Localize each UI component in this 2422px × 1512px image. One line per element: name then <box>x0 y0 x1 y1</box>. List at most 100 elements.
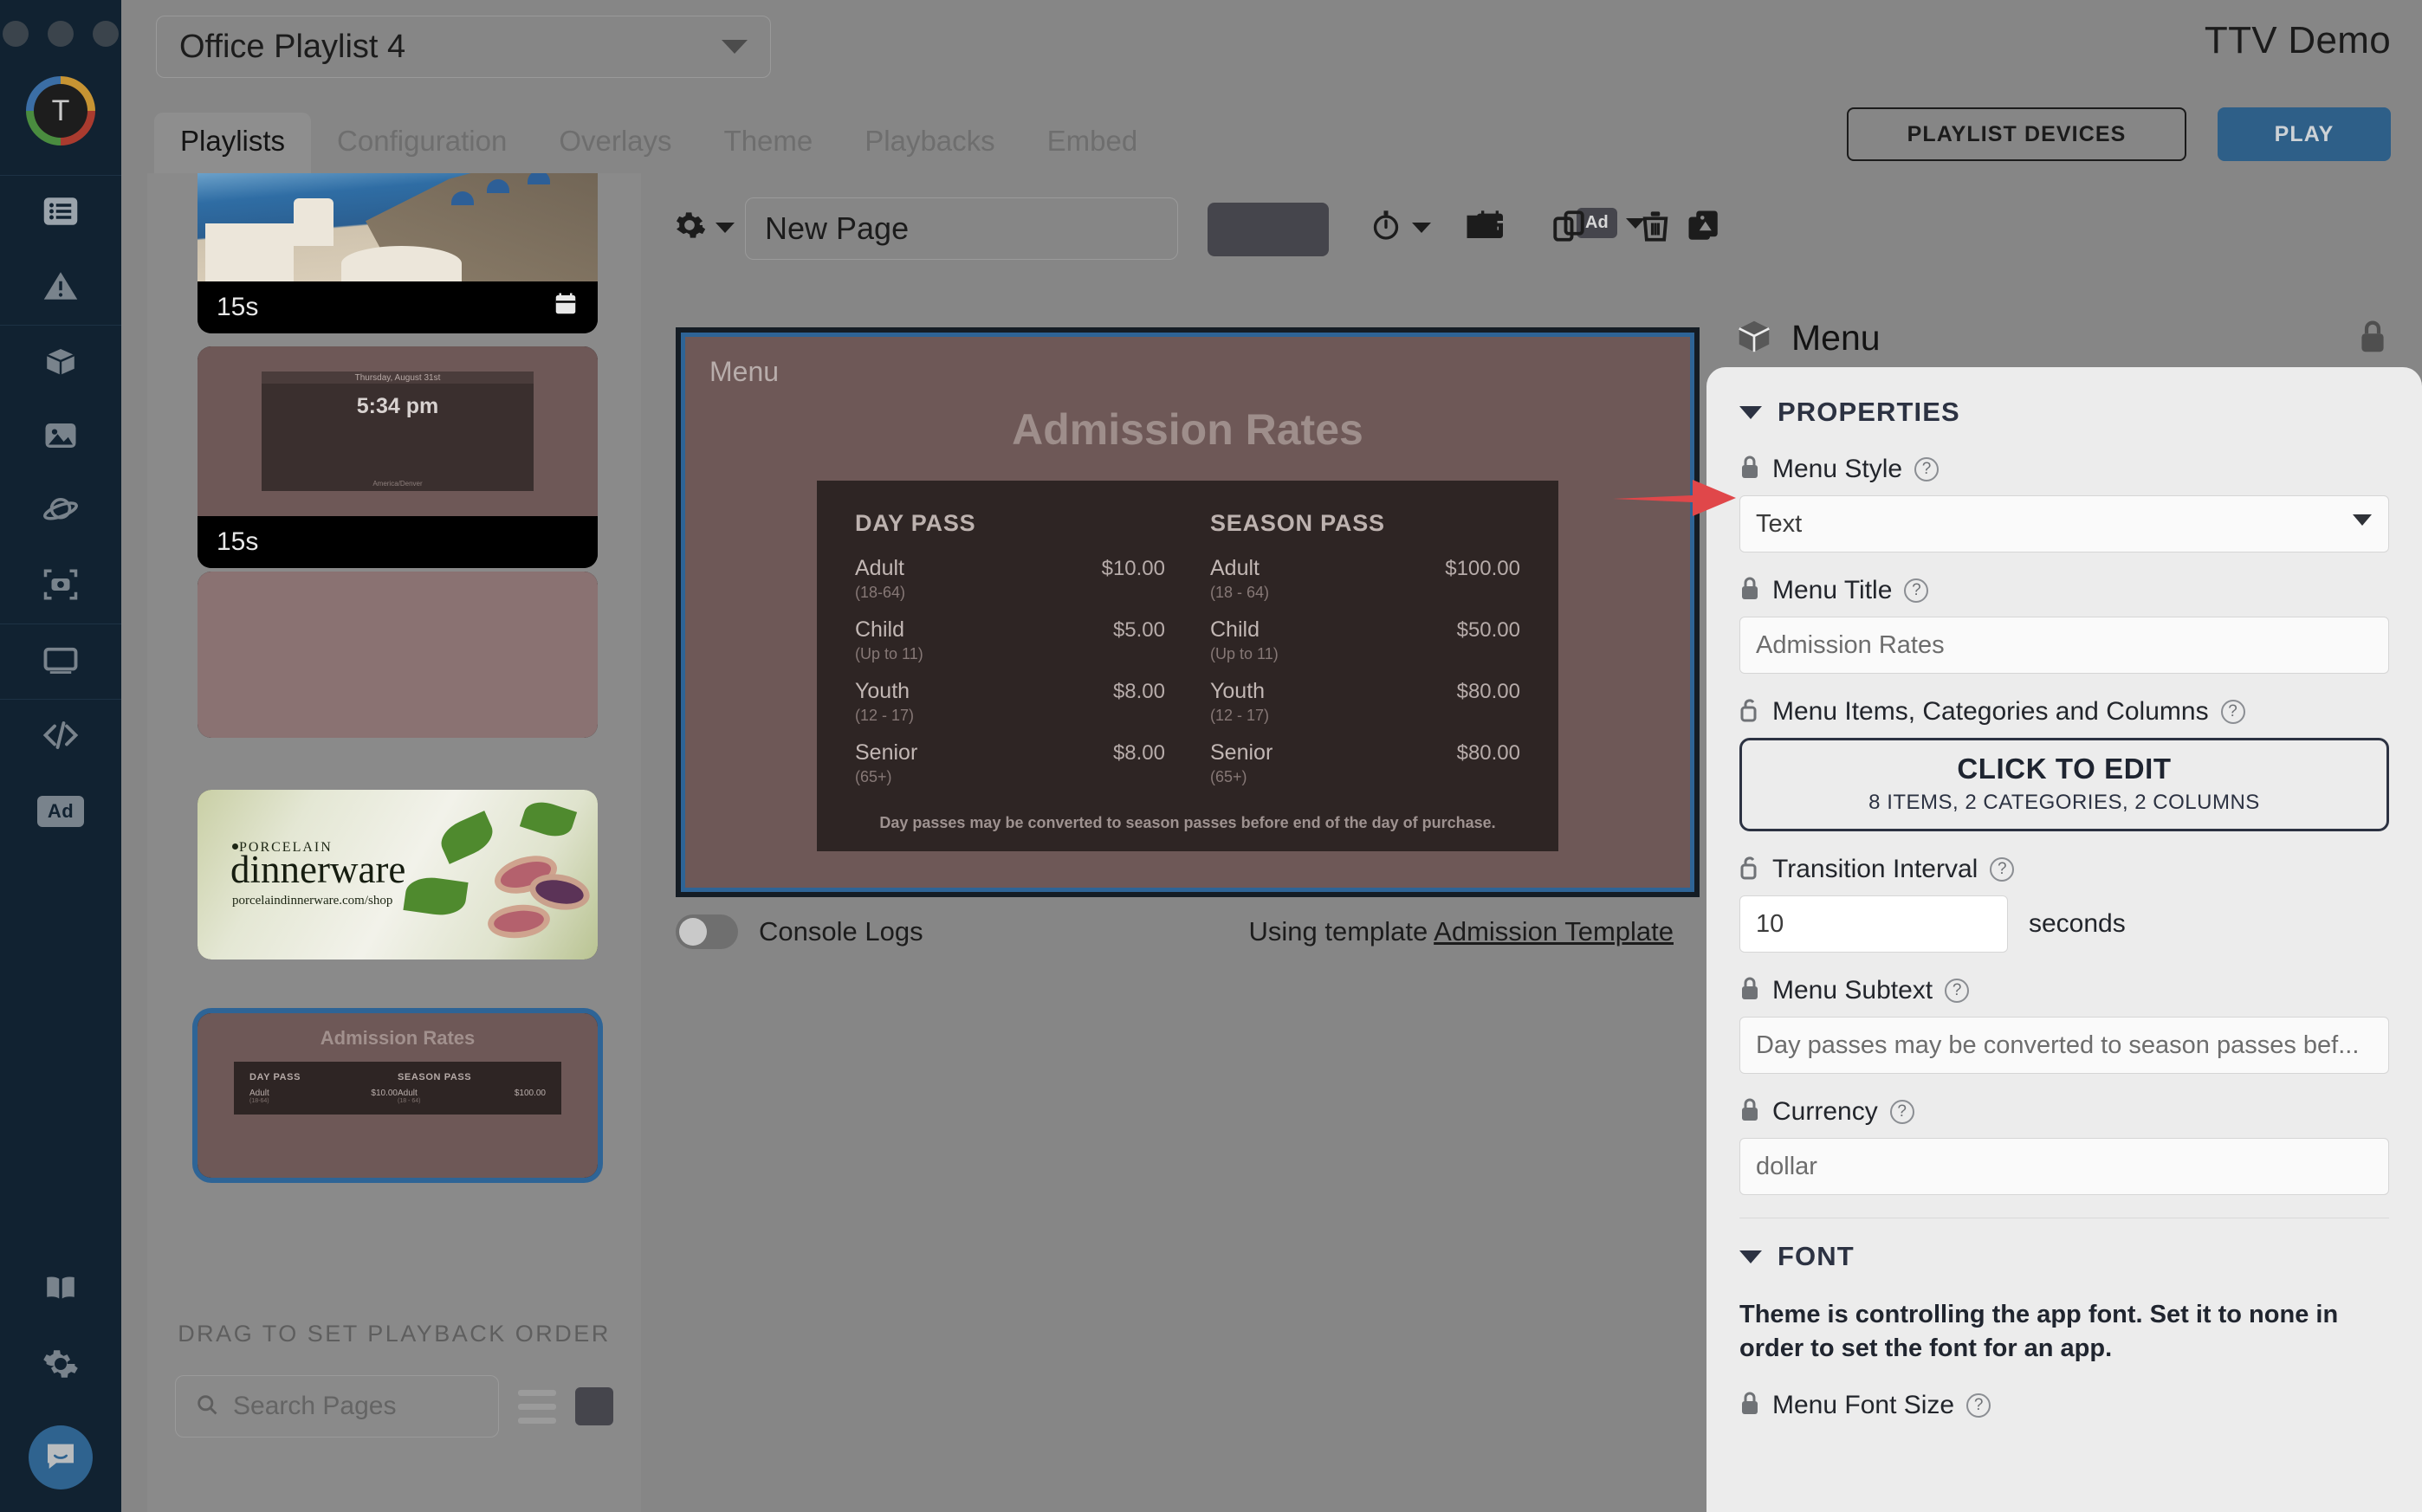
rail-bottom <box>0 1254 121 1512</box>
window-close-dot[interactable] <box>3 21 29 47</box>
thumb-santorini-media: THEMSELVES. Julia Morgan <box>198 173 598 281</box>
tab-configuration[interactable]: Configuration <box>311 113 533 175</box>
sidebar-item-universe[interactable] <box>0 475 121 549</box>
lock-icon[interactable] <box>1739 1390 1760 1420</box>
tab-embed[interactable]: Embed <box>1021 113 1164 175</box>
window-controls[interactable] <box>3 21 119 47</box>
lock-icon[interactable] <box>1739 575 1760 605</box>
window-minimize-dot[interactable] <box>48 21 74 47</box>
chat-icon <box>43 1438 78 1477</box>
lock-icon[interactable] <box>1739 454 1760 484</box>
field-currency: Currency ? <box>1739 1096 2389 1195</box>
tab-playbacks[interactable]: Playbacks <box>839 113 1020 175</box>
console-logs-toggle[interactable] <box>676 914 738 949</box>
page-thumbnail-list[interactable]: THEMSELVES. Julia Morgan 15s Thursday, A… <box>147 173 641 1308</box>
thumb-item-price: $10.00 <box>371 1089 398 1098</box>
help-icon[interactable]: ? <box>1889 1099 1914 1124</box>
help-icon[interactable]: ? <box>1990 856 2015 882</box>
page-color-swatch[interactable] <box>1208 203 1329 256</box>
tab-theme[interactable]: Theme <box>698 113 839 175</box>
section-font-label: FONT <box>1778 1241 1855 1271</box>
menu-subtext-input[interactable] <box>1739 1017 2389 1074</box>
page-canvas[interactable]: Menu Admission Rates DAY PASS Adult $10.0… <box>676 327 1700 897</box>
help-icon[interactable]: ? <box>1914 456 1940 481</box>
page-name-input[interactable] <box>745 197 1178 260</box>
sidebar-item-ads[interactable]: Ad <box>0 774 121 849</box>
thumb-footer: 15s <box>198 281 598 333</box>
list-item[interactable]: Admission Rates DAY PASS Adult $10.00 (1… <box>198 1013 598 1178</box>
sidebar-item-alerts[interactable] <box>0 250 121 325</box>
clock-time: 5:34 pm <box>356 394 439 419</box>
folder-icon[interactable] <box>1464 208 1500 249</box>
sidebar-item-docs[interactable] <box>0 1254 121 1328</box>
section-font[interactable]: FONT <box>1739 1241 2389 1272</box>
playlist-devices-button[interactable]: PLAYLIST DEVICES <box>1847 107 2186 161</box>
playlist-selector[interactable]: Office Playlist 4 <box>156 16 771 78</box>
page-duration-button[interactable] <box>1369 208 1431 247</box>
template-link[interactable]: Admission Template <box>1434 916 1674 947</box>
field-label: Menu Items, Categories and Columns <box>1772 696 2209 726</box>
menu-column-day-pass: DAY PASS Adult $10.00 (18-64) Child $5.00 … <box>855 510 1165 802</box>
sidebar-item-media[interactable] <box>0 400 121 475</box>
field-menu-style: Menu Style ? Text <box>1739 454 2389 552</box>
lock-icon[interactable] <box>1739 975 1760 1005</box>
top-bar: Office Playlist 4 TTV Demo PLAYLIST DEVI… <box>121 0 2422 161</box>
trash-icon[interactable] <box>1637 208 1674 249</box>
grid-view-button[interactable] <box>575 1387 613 1425</box>
sidebar-item-apps[interactable] <box>0 326 121 400</box>
item-sub: (Up to 11) <box>1210 645 1279 662</box>
section-properties-label: PROPERTIES <box>1778 397 1960 427</box>
help-icon[interactable]: ? <box>2220 699 2245 724</box>
sidebar-item-playlists[interactable] <box>0 176 121 250</box>
canvas-selection[interactable]: Menu Admission Rates DAY PASS Adult $10.0… <box>681 333 1694 892</box>
search-icon <box>195 1392 219 1421</box>
menu-title-input[interactable] <box>1739 617 2389 674</box>
thumb-col-season: SEASON PASS Adult $100.00 (18 - 64) <box>398 1072 546 1104</box>
chat-button[interactable] <box>29 1425 93 1489</box>
section-properties[interactable]: PROPERTIES <box>1739 397 2389 428</box>
transition-interval-row: seconds <box>1739 895 2389 953</box>
sidebar-item-settings[interactable] <box>0 1328 121 1403</box>
play-button[interactable]: PLAY <box>2218 107 2391 161</box>
help-icon[interactable]: ? <box>1945 978 1970 1003</box>
list-view-icon[interactable] <box>518 1389 556 1424</box>
lock-icon[interactable] <box>1739 1096 1760 1127</box>
page-background-button[interactable] <box>1686 208 1722 249</box>
list-item[interactable]: PORCELAIN dinnerware porcelaindinnerware… <box>198 790 598 960</box>
unlock-icon[interactable] <box>1739 854 1760 884</box>
thumb-blank-media <box>198 572 598 738</box>
list-item[interactable] <box>198 572 598 738</box>
menu-style-select[interactable]: Text <box>1739 495 2389 552</box>
page-settings-button[interactable] <box>672 208 735 247</box>
field-label: Menu Font Size <box>1772 1390 1955 1419</box>
unlock-icon[interactable] <box>1739 696 1760 727</box>
sidebar-item-capture[interactable] <box>0 549 121 624</box>
chevron-down-icon <box>1412 222 1431 233</box>
tab-overlays[interactable]: Overlays <box>533 113 697 175</box>
category-header: DAY PASS <box>855 510 976 536</box>
window-maximize-dot[interactable] <box>93 21 119 47</box>
gear-icon <box>672 208 707 247</box>
sidebar-item-code[interactable] <box>0 700 121 774</box>
thumb-clock-media: Thursday, August 31st 5:34 pm America/De… <box>198 346 598 516</box>
tab-playlists[interactable]: Playlists <box>154 113 312 175</box>
timer-icon <box>1369 208 1403 247</box>
field-items-categories-columns: Menu Items, Categories and Columns ? CLI… <box>1739 696 2389 831</box>
playlist-panel: THEMSELVES. Julia Morgan 15s Thursday, A… <box>147 173 641 1512</box>
search-pages-input[interactable]: Search Pages <box>175 1375 499 1438</box>
help-icon[interactable]: ? <box>1904 578 1929 603</box>
playlists-icon <box>42 193 79 234</box>
list-item[interactable]: THEMSELVES. Julia Morgan 15s <box>198 173 598 333</box>
currency-input[interactable] <box>1739 1138 2389 1195</box>
copy-icon[interactable] <box>1551 208 1587 249</box>
thumb-col-day: DAY PASS Adult $10.00 (18-64) <box>249 1072 398 1104</box>
click-to-edit-button[interactable]: CLICK TO EDIT 8 ITEMS, 2 CATEGORIES, 2 C… <box>1739 738 2389 831</box>
item-price: $50.00 <box>1456 618 1520 642</box>
help-icon[interactable]: ? <box>1966 1392 1991 1418</box>
lock-icon[interactable] <box>2358 318 2387 359</box>
avatar[interactable]: T <box>26 76 95 145</box>
sidebar-item-screens[interactable] <box>0 624 121 699</box>
list-item[interactable]: Thursday, August 31st 5:34 pm America/De… <box>198 346 598 568</box>
menu-style-select-wrap: Text <box>1739 495 2389 552</box>
transition-interval-input[interactable] <box>1739 895 2008 953</box>
